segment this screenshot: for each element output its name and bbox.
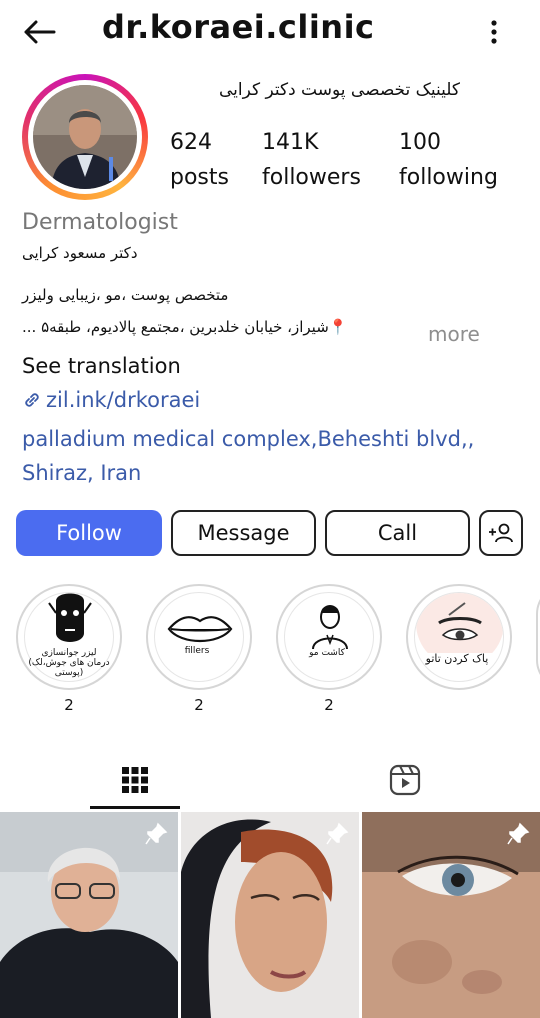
more-link[interactable]: more <box>428 322 480 346</box>
profile-category: Dermatologist <box>22 210 178 235</box>
profile-username: dr.koraei.clinic <box>102 8 375 46</box>
highlight-caption: لیزر جوانسازی (درمان های جوش،لک پوستی) <box>28 648 110 678</box>
posts-stat[interactable]: 624 posts <box>170 128 229 198</box>
man-icon <box>312 605 348 650</box>
tab-grid[interactable] <box>90 752 180 808</box>
post-thumbnail[interactable] <box>362 812 540 1018</box>
face-mask-icon <box>48 593 92 642</box>
highlight-count: 2 <box>64 696 74 714</box>
post-thumbnail[interactable] <box>0 812 178 1018</box>
highlight-item[interactable] <box>276 584 382 690</box>
see-translation-link[interactable]: See translation <box>22 354 181 378</box>
website-link-text: zil.ink/drkoraei <box>46 388 201 412</box>
highlight-item-partial[interactable] <box>536 584 540 690</box>
following-stat[interactable]: 100 following <box>399 128 498 198</box>
pin-icon <box>145 822 168 845</box>
profile-tabs <box>0 752 540 810</box>
highlight-count: 2 <box>324 696 334 714</box>
posts-label: posts <box>170 165 229 190</box>
active-tab-indicator <box>90 806 180 809</box>
kebab-menu-icon <box>491 20 497 44</box>
avatar <box>33 85 137 189</box>
address-link[interactable]: palladium medical complex,Beheshti blvd,… <box>22 422 522 490</box>
followers-label: followers <box>262 165 361 190</box>
top-bar: dr.koraei.clinic <box>0 0 540 64</box>
eye-brow-icon <box>416 593 503 667</box>
highlight-count: 2 <box>194 696 204 714</box>
add-person-icon <box>489 523 513 543</box>
suggested-users-button[interactable] <box>479 510 523 556</box>
following-count: 100 <box>399 130 441 155</box>
reels-icon <box>389 764 421 796</box>
lips-icon <box>167 616 233 642</box>
highlight-caption: fillers <box>184 646 210 656</box>
profile-full-name: کلینیک تخصصی پوست دکتر کرایی <box>218 80 460 100</box>
grid-icon <box>122 767 148 793</box>
pin-icon <box>507 822 530 845</box>
pin-icon <box>326 822 349 845</box>
message-button[interactable]: Message <box>171 510 316 556</box>
followers-count: 141K <box>262 130 319 155</box>
bio-line-3: 📍شیراز، خیابان خلدبرین ،مجتمع پالادیوم، … <box>22 318 348 336</box>
posts-count: 624 <box>170 130 212 155</box>
link-icon <box>25 393 39 407</box>
arrow-left-icon <box>24 20 56 44</box>
followers-stat[interactable]: 141K followers <box>262 128 361 198</box>
follow-button[interactable]: Follow <box>16 510 162 556</box>
highlight-caption: پاک کردن تاتو <box>425 652 489 665</box>
highlight-item[interactable] <box>146 584 252 690</box>
website-link[interactable]: zil.ink/drkoraei <box>22 388 200 412</box>
tab-reels[interactable] <box>360 752 450 808</box>
highlight-caption: کاشت مو <box>309 648 345 658</box>
highlight-item[interactable] <box>406 584 512 690</box>
following-label: following <box>399 165 498 190</box>
story-ring[interactable] <box>22 74 148 200</box>
call-button[interactable]: Call <box>325 510 470 556</box>
more-options-button[interactable] <box>482 14 506 50</box>
post-thumbnail[interactable] <box>181 812 359 1018</box>
bio-line-2: متخصص پوست ،مو ،زیبایی ولیزر <box>22 286 229 304</box>
back-button[interactable] <box>20 16 60 48</box>
bio-line-1: دکتر مسعود کرایی <box>22 244 138 262</box>
